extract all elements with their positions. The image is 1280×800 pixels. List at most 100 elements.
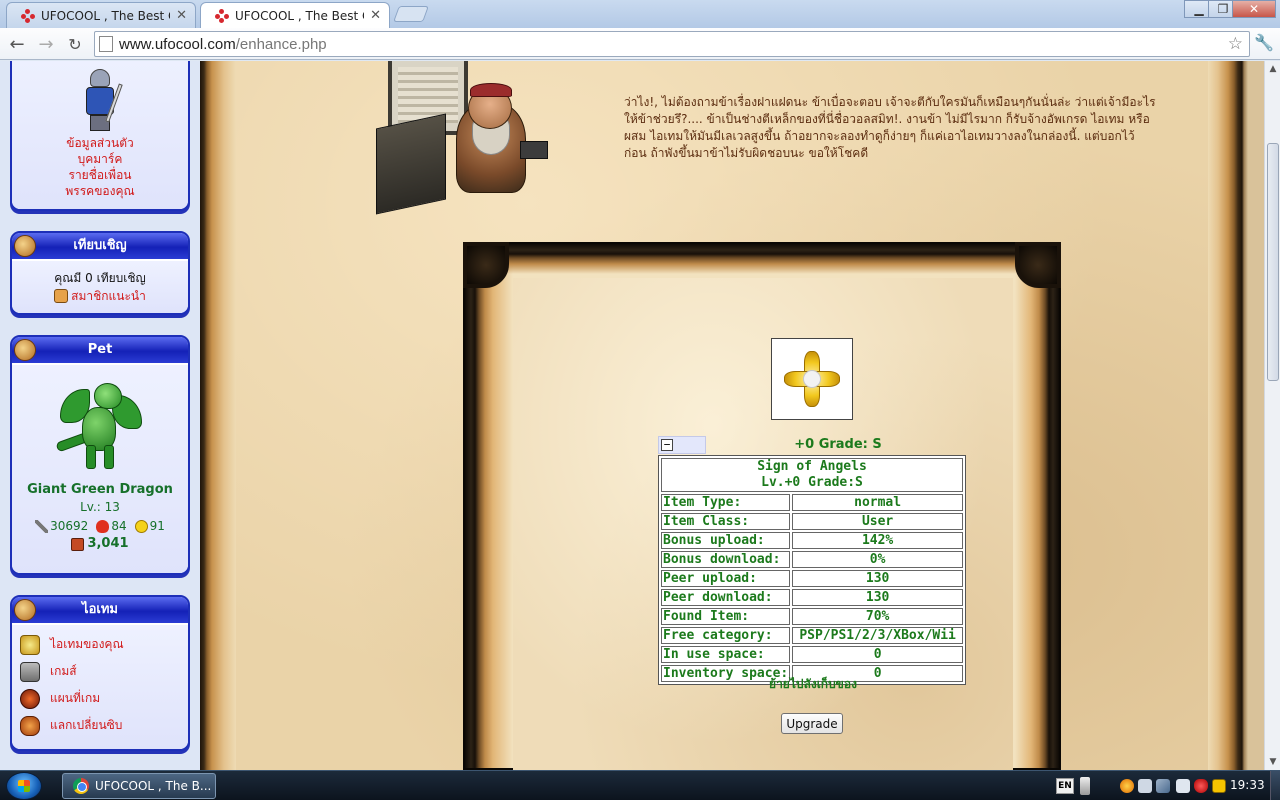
start-button[interactable] <box>6 772 42 800</box>
sword-icon <box>35 519 49 533</box>
profile-link-friends[interactable]: รายชื่อเพื่อน <box>16 167 184 183</box>
main-content: ว่าไง!, ไม่ต้องถามข้าเรื่องฝาแฝดนะ ข้าเบ… <box>200 61 1264 770</box>
shield-icon[interactable] <box>1194 779 1208 793</box>
tab-title: UFOCOOL , The Best Cor <box>235 8 364 23</box>
page-viewport: ข้อมูลส่วนตัว บุคมาร์ค รายชื่อเพื่อน พรร… <box>0 61 1264 770</box>
scrollbar-thumb[interactable] <box>1267 143 1279 381</box>
page-scrollbar[interactable]: ▲ ▼ <box>1264 61 1280 770</box>
scroll-down-arrow-icon[interactable]: ▼ <box>1265 754 1280 770</box>
volume-icon[interactable] <box>1176 779 1190 793</box>
table-row: Found Item: 70% <box>661 608 963 625</box>
table-row: Item Type: normal <box>661 494 963 511</box>
items-box-title: ไอเทม <box>82 602 118 617</box>
referral-link[interactable]: สมาชิกแนะนำ <box>54 287 146 305</box>
enhance-panel: − +0 Grade: S Sign of Angels Lv.+0 Grade… <box>513 278 1013 770</box>
upgrade-button[interactable]: Upgrade <box>781 713 843 734</box>
url-text: www.ufocool.com/enhance.php <box>119 36 327 53</box>
pet-attack-value: 30692 <box>50 519 89 533</box>
sidebar-item-game-map[interactable]: แผนที่เกม <box>20 685 180 712</box>
profile-link-party[interactable]: พรรคของคุณ <box>16 183 184 199</box>
stat-label: Free category: <box>661 627 791 644</box>
tab-close-icon[interactable]: ✕ <box>176 8 187 23</box>
forward-button[interactable]: → <box>34 32 58 56</box>
wrench-menu-icon[interactable]: 🔧 <box>1254 33 1274 55</box>
profile-link-bookmarks[interactable]: บุคมาร์ค <box>16 151 184 167</box>
sidebar-item-label: แลกเปลี่ยนซิบ <box>50 718 123 732</box>
pet-happiness: 91 <box>134 517 165 535</box>
stat-label: Bonus download: <box>661 551 791 568</box>
blacksmith-speech: ว่าไง!, ไม่ต้องถามข้าเรื่องฝาแฝดนะ ข้าเบ… <box>624 95 1156 160</box>
reload-button[interactable]: ↻ <box>63 32 87 56</box>
table-row: Item Class: User <box>661 513 963 530</box>
notification-icon[interactable] <box>1138 779 1152 793</box>
browser-tab-active[interactable]: UFOCOOL , The Best Cor ✕ <box>200 2 390 28</box>
new-tab-button[interactable] <box>393 6 429 22</box>
move-to-storage-link[interactable]: ย้ายไปลังเก็บของ <box>663 675 963 694</box>
table-row: Free category: PSP/PS1/2/3/XBox/Wii <box>661 627 963 644</box>
table-row: Peer download: 130 <box>661 589 963 606</box>
url-path: /enhance.php <box>235 35 327 53</box>
sidebar-item-exchange[interactable]: แลกเปลี่ยนซิบ <box>20 712 180 739</box>
stat-value: 0% <box>792 551 963 568</box>
pet-stats: 30692 84 91 <box>16 517 184 535</box>
stat-value: 0 <box>792 646 963 663</box>
scroll-up-arrow-icon[interactable]: ▲ <box>1265 61 1280 77</box>
taskbar-window-label: UFOCOOL , The B... <box>95 779 212 793</box>
close-window-button[interactable]: ✕ <box>1232 0 1276 18</box>
table-row: Peer upload: 130 <box>661 570 963 587</box>
browser-titlebar: UFOCOOL , The Best Cor ✕ UFOCOOL , The B… <box>0 0 1280 28</box>
tab-title: UFOCOOL , The Best Cor <box>41 8 170 23</box>
profile-link-personal-info[interactable]: ข้อมูลส่วนตัว <box>16 135 184 151</box>
medal-icon <box>71 537 85 551</box>
site-favicon-icon <box>21 8 35 23</box>
item-level: Lv.+0 Grade:S <box>761 475 863 490</box>
sidebar-item-label: ไอเทมของคุณ <box>50 637 124 651</box>
stat-label: Found Item: <box>661 608 791 625</box>
pet-box: Pet Giant Green Dragon Lv.: 13 30692 84 … <box>10 335 190 575</box>
item-stats-table: Sign of Angels Lv.+0 Grade:S Item Type: n… <box>658 455 966 685</box>
page-icon <box>99 36 113 52</box>
sidebar-item-your-items[interactable]: ไอเทมของคุณ <box>20 631 180 658</box>
tray-expand-icon[interactable] <box>1080 777 1090 795</box>
pet-dragon-image[interactable] <box>52 379 148 475</box>
url-host: www.ufocool.com <box>119 35 236 53</box>
item-slot[interactable] <box>771 338 853 420</box>
heart-icon <box>96 519 110 533</box>
parchment-background: ว่าไง!, ไม่ต้องถามข้าเรื่องฝาแฝดนะ ข้าเบ… <box>236 61 1208 770</box>
profile-box: ข้อมูลส่วนตัว บุคมาร์ค รายชื่อเพื่อน พรร… <box>10 61 190 211</box>
item-collapse-toggle[interactable]: − <box>658 436 706 454</box>
network-icon[interactable] <box>1156 779 1170 793</box>
app-tray-icon[interactable] <box>1212 779 1226 793</box>
browser-tab[interactable]: UFOCOOL , The Best Cor ✕ <box>6 2 196 28</box>
collapse-icon[interactable]: − <box>661 439 673 451</box>
stat-label: Peer upload: <box>661 570 791 587</box>
sidebar-item-games[interactable]: เกมส์ <box>20 658 180 685</box>
address-bar[interactable]: www.ufocool.com/enhance.php ☆ <box>94 31 1250 57</box>
tab-close-icon[interactable]: ✕ <box>370 8 381 23</box>
taskbar-chrome-window[interactable]: UFOCOOL , The B... <box>62 773 216 799</box>
enhance-frame-right <box>1015 244 1059 768</box>
system-tray: EN 19:33 <box>1052 771 1280 800</box>
invite-box-body: คุณมี 0 เทียบเชิญ สมาชิกแนะนำ <box>12 261 188 313</box>
pet-hp: 84 <box>96 517 127 535</box>
pet-box-header: Pet <box>12 337 188 365</box>
pet-happiness-value: 91 <box>149 519 165 533</box>
language-indicator[interactable]: EN <box>1056 778 1074 794</box>
bookmark-star-icon[interactable]: ☆ <box>1228 34 1243 54</box>
back-button[interactable]: ← <box>5 32 29 56</box>
blacksmith-image <box>376 61 556 217</box>
table-row: Sign of Angels Lv.+0 Grade:S <box>661 458 963 492</box>
bell-icon <box>14 339 36 361</box>
show-desktop-button[interactable] <box>1270 771 1280 800</box>
site-favicon-icon <box>215 8 229 23</box>
referral-link-label: สมาชิกแนะนำ <box>71 289 146 303</box>
taskbar-clock[interactable]: 19:33 <box>1230 778 1265 792</box>
smiley-icon <box>134 519 148 533</box>
orange-orb-icon[interactable] <box>1120 779 1134 793</box>
pet-name: Giant Green Dragon <box>27 482 173 497</box>
exchange-icon <box>20 715 40 736</box>
outer-frame-right <box>1208 61 1264 770</box>
stat-value: 70% <box>792 608 963 625</box>
frame-corner-ornament <box>1015 242 1061 288</box>
chrome-icon <box>73 778 89 794</box>
